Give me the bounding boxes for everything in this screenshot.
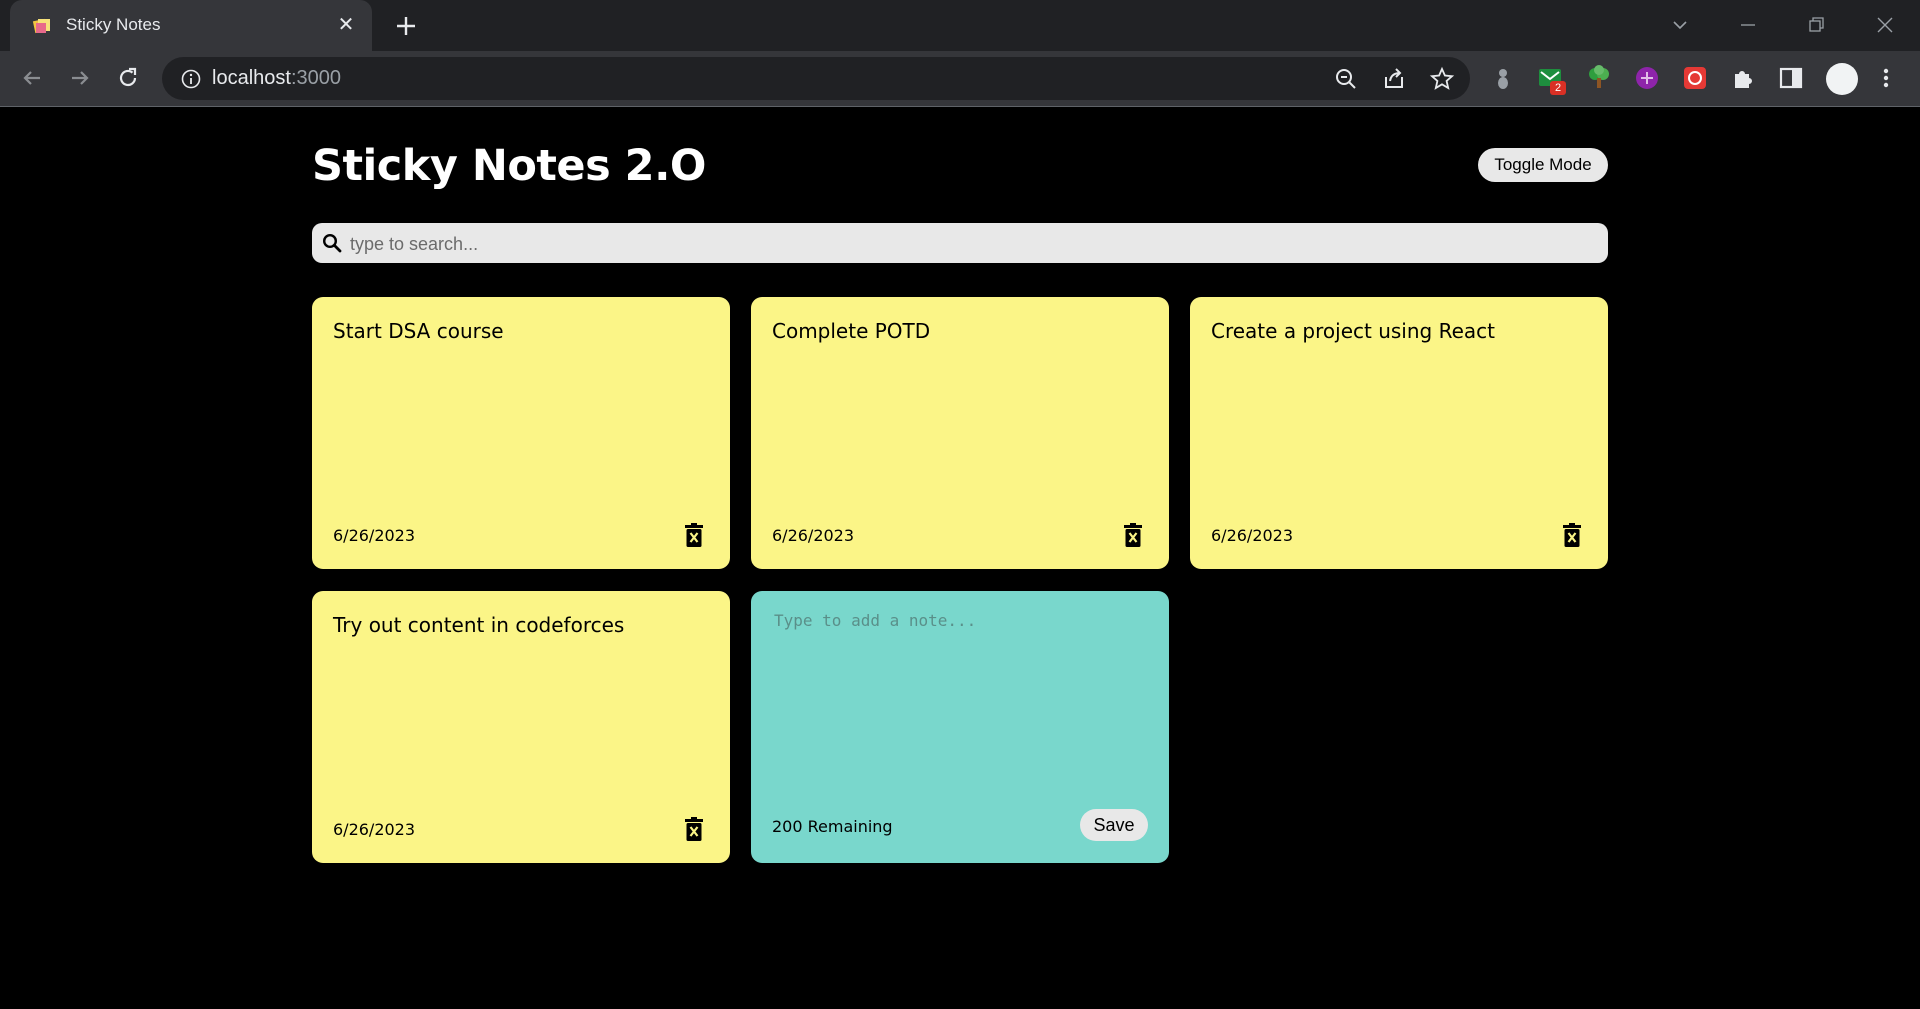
note-card: Create a project using React 6/26/2023 <box>1190 297 1608 569</box>
tab-close-icon[interactable]: ✕ <box>334 13 358 37</box>
side-panel-icon[interactable] <box>1777 64 1805 92</box>
address-bar[interactable]: localhost:3000 <box>162 57 1470 100</box>
back-arrow-icon[interactable] <box>18 64 46 92</box>
new-tab-plus-icon[interactable] <box>392 12 420 40</box>
sticky-notes-favicon-icon <box>32 18 50 34</box>
search-input[interactable] <box>348 223 1592 265</box>
mail-notification-badge: 2 <box>1550 81 1566 95</box>
delete-trash-icon[interactable] <box>1123 523 1143 547</box>
delete-trash-icon[interactable] <box>684 817 704 841</box>
extension-tree-icon[interactable] <box>1585 64 1613 92</box>
note-date: 6/26/2023 <box>333 526 416 545</box>
tab-search-chevron-down-icon[interactable] <box>1665 10 1695 40</box>
search-bar <box>312 223 1608 265</box>
restore-window-icon[interactable] <box>1801 10 1831 40</box>
extension-grey-icon[interactable] <box>1489 64 1517 92</box>
url-text: localhost:3000 <box>212 67 341 90</box>
profile-avatar[interactable] <box>1826 63 1858 95</box>
tab-title: Sticky Notes <box>66 15 161 34</box>
share-icon[interactable] <box>1381 66 1407 92</box>
page-viewport: Sticky Notes 2.O Toggle Mode Start DSA c… <box>0 107 1920 1009</box>
bookmark-star-icon[interactable] <box>1429 66 1455 92</box>
zoom-out-icon[interactable] <box>1333 66 1359 92</box>
delete-trash-icon[interactable] <box>1562 523 1582 547</box>
browser-menu-icon[interactable] <box>1872 64 1900 92</box>
note-text: Try out content in codeforces <box>333 613 625 637</box>
url-host: localhost <box>212 67 291 89</box>
browser-tab-active[interactable]: Sticky Notes ✕ <box>10 0 372 51</box>
url-port: :3000 <box>290 67 341 89</box>
forward-arrow-icon[interactable] <box>66 64 94 92</box>
delete-trash-icon[interactable] <box>684 523 704 547</box>
app-title: Sticky Notes 2.O <box>312 141 706 191</box>
note-date: 6/26/2023 <box>1211 526 1294 545</box>
minimize-window-icon[interactable] <box>1733 10 1763 40</box>
note-text: Create a project using React <box>1211 319 1495 343</box>
reload-icon[interactable] <box>114 64 142 92</box>
browser-toolbar: localhost:3000 2 <box>0 51 1920 107</box>
extension-red-icon[interactable] <box>1681 64 1709 92</box>
note-date: 6/26/2023 <box>333 820 416 839</box>
new-note-card: 200 Remaining Save <box>751 591 1169 863</box>
extension-purple-icon[interactable] <box>1633 64 1661 92</box>
characters-remaining: 200 Remaining <box>772 817 893 836</box>
toggle-mode-button[interactable]: Toggle Mode <box>1478 148 1608 182</box>
browser-tab-bar: Sticky Notes ✕ <box>0 0 1920 51</box>
search-icon <box>322 233 342 253</box>
note-card: Try out content in codeforces 6/26/2023 <box>312 591 730 863</box>
close-window-icon[interactable] <box>1870 10 1900 40</box>
note-card: Complete POTD 6/26/2023 <box>751 297 1169 569</box>
note-text: Start DSA course <box>333 319 504 343</box>
note-date: 6/26/2023 <box>772 526 855 545</box>
note-text: Complete POTD <box>772 319 931 343</box>
note-card: Start DSA course 6/26/2023 <box>312 297 730 569</box>
site-info-icon[interactable] <box>180 68 202 90</box>
new-note-textarea[interactable] <box>772 609 1152 793</box>
save-button[interactable]: Save <box>1080 809 1148 841</box>
extensions-puzzle-icon[interactable] <box>1729 64 1757 92</box>
notes-list: Start DSA course 6/26/2023 Complete POTD… <box>312 297 1608 863</box>
